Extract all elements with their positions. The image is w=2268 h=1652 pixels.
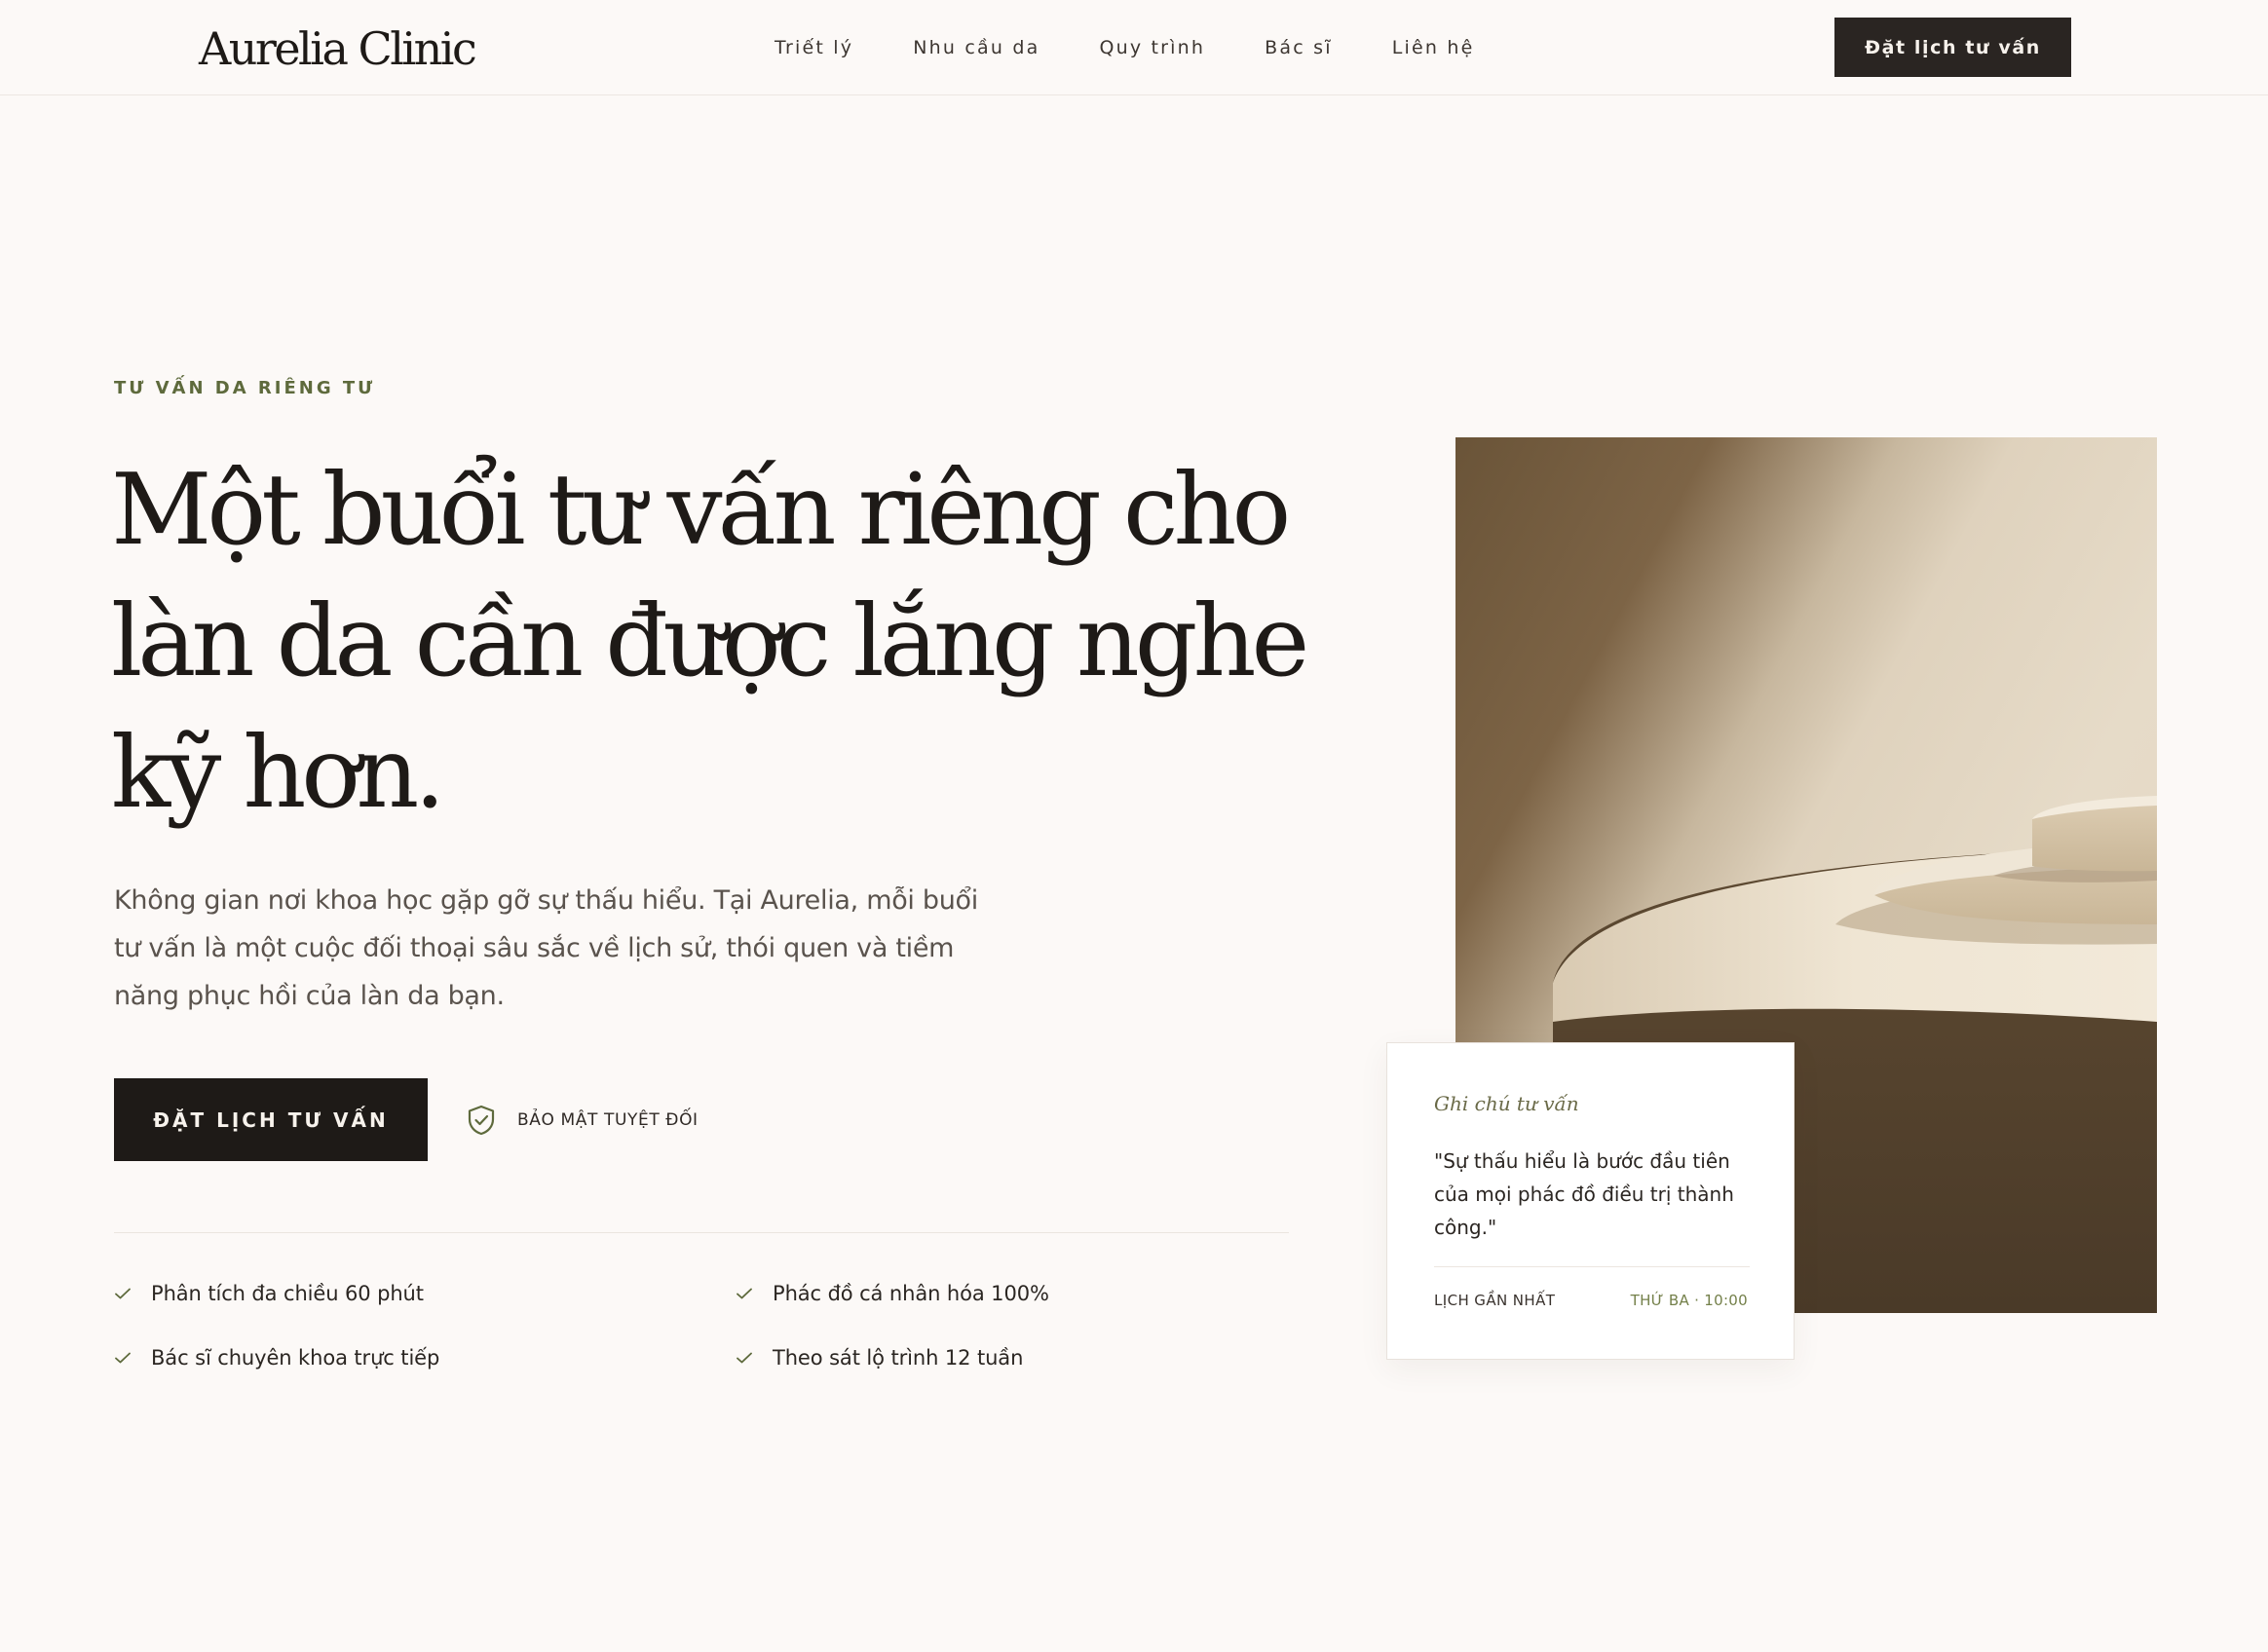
nav-item-triet-ly[interactable]: Triết lý: [775, 37, 853, 58]
nav-item-nhu-cau-da[interactable]: Nhu cầu da: [913, 37, 1040, 58]
feature-label: Phác đồ cá nhân hóa 100%: [773, 1282, 1049, 1305]
feature-label: Bác sĩ chuyên khoa trực tiếp: [151, 1346, 440, 1370]
next-schedule-label: LỊCH GẦN NHẤT: [1434, 1292, 1556, 1309]
nav-item-bac-si[interactable]: Bác sĩ: [1265, 37, 1333, 58]
feature-item: Theo sát lộ trình 12 tuần: [736, 1340, 1289, 1375]
main-nav: Triết lý Nhu cầu da Quy trình Bác sĩ Liê…: [775, 0, 1533, 95]
site-header: Aurelia Clinic Triết lý Nhu cầu da Quy t…: [0, 0, 2268, 95]
security-badge: BẢO MẬT TUYỆT ĐỐI: [467, 1105, 699, 1136]
next-schedule-time: THỨ BA · 10:00: [1630, 1292, 1748, 1309]
book-consultation-button[interactable]: ĐẶT LỊCH TƯ VẤN: [114, 1078, 428, 1161]
headline-line-1: Một buổi tư vấn riêng cho: [111, 452, 1291, 567]
shield-check-icon: [468, 1105, 495, 1136]
feature-label: Phân tích đa chiều 60 phút: [151, 1282, 424, 1305]
headline-line-3: kỹ hơn.: [111, 715, 445, 830]
nav-item-quy-trinh[interactable]: Quy trình: [1099, 37, 1205, 58]
consultation-note-card: Ghi chú tư vấn "Sự thấu hiểu là bước đầu…: [1386, 1042, 1795, 1360]
feature-item: Phân tích đa chiều 60 phút: [114, 1276, 736, 1311]
note-divider: [1434, 1266, 1750, 1267]
note-quote: "Sự thấu hiểu là bước đầu tiên của mọi p…: [1434, 1149, 1734, 1239]
hero-eyebrow: TƯ VẤN DA RIÊNG TƯ: [114, 378, 376, 398]
check-icon: [115, 1352, 131, 1364]
hero-description: Không gian nơi khoa học gặp gỡ sự thấu h…: [114, 885, 978, 1011]
feature-label: Theo sát lộ trình 12 tuần: [773, 1346, 1024, 1370]
section-divider: [114, 1232, 1289, 1233]
check-icon: [737, 1352, 752, 1364]
feature-item: Phác đồ cá nhân hóa 100%: [736, 1276, 1289, 1311]
headline-line-2: làn da cần được lắng nghe: [111, 583, 1309, 698]
nav-item-lien-he[interactable]: Liên hệ: [1392, 37, 1475, 58]
check-icon: [115, 1288, 131, 1299]
check-icon: [737, 1288, 752, 1299]
header-book-button[interactable]: Đặt lịch tư vấn: [1834, 18, 2071, 77]
hero-headline: Một buổi tư vấn riêng cho làn da cần đượ…: [111, 444, 1339, 839]
feature-item: Bác sĩ chuyên khoa trực tiếp: [114, 1340, 736, 1375]
security-label: BẢO MẬT TUYỆT ĐỐI: [517, 1110, 699, 1130]
feature-list: Phân tích đa chiều 60 phút Phác đồ cá nh…: [114, 1276, 1289, 1375]
note-title: Ghi chú tư vấn: [1434, 1092, 1579, 1115]
logo[interactable]: Aurelia Clinic: [199, 21, 477, 76]
